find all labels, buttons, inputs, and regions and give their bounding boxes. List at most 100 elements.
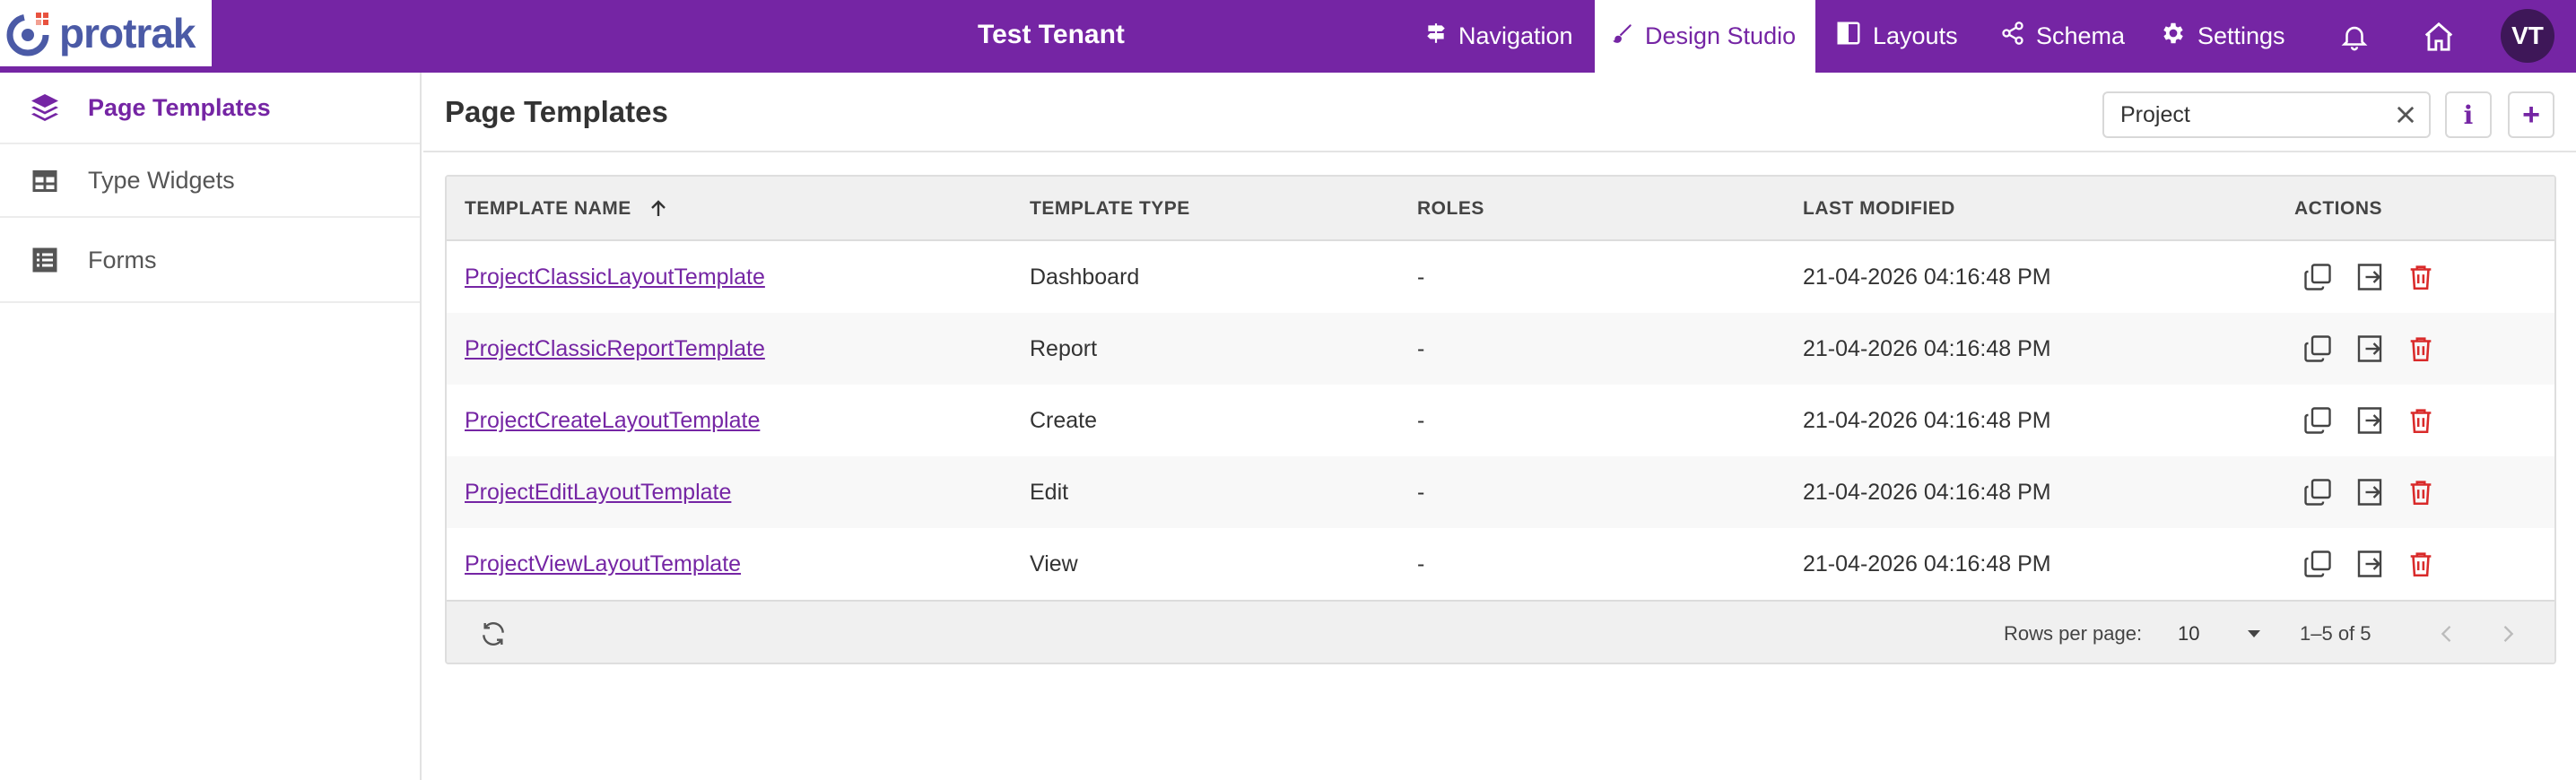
sidebar-item-page-templates[interactable]: Page Templates [0, 73, 420, 144]
chevron-right-icon[interactable] [2495, 621, 2520, 651]
sort-arrow-up-icon[interactable] [648, 198, 669, 220]
logo-mark-icon [4, 7, 56, 59]
rows-per-page-select[interactable]: 10 [2178, 602, 2262, 663]
export-icon[interactable] [2354, 333, 2386, 365]
template-type: Create [1030, 408, 1098, 433]
pagination-range: 1–5 of 5 [2300, 622, 2371, 645]
export-icon[interactable] [2354, 261, 2386, 293]
table-header: TEMPLATE NAME TEMPLATE TYPE ROLES LAST M… [447, 177, 2554, 241]
template-type: View [1030, 551, 1078, 576]
template-last-modified: 21-04-2026 04:16:48 PM [1803, 264, 2051, 290]
nav-settings-label: Settings [2197, 22, 2285, 49]
nav-design-studio-label: Design Studio [1645, 22, 1797, 49]
row-actions [2302, 456, 2456, 528]
copy-icon[interactable] [2302, 333, 2334, 365]
trash-icon[interactable] [2406, 261, 2436, 293]
row-actions [2302, 528, 2456, 600]
caret-down-icon [2223, 628, 2262, 639]
close-icon[interactable] [2393, 102, 2418, 132]
template-roles: - [1417, 551, 1425, 576]
column-header-template-type[interactable]: TEMPLATE TYPE [1030, 177, 1190, 241]
layout-icon [1835, 20, 1873, 53]
nav-navigation-label: Navigation [1458, 22, 1573, 49]
export-icon[interactable] [2354, 548, 2386, 580]
home-icon[interactable] [2422, 0, 2456, 73]
template-name-link[interactable]: ProjectEditLayoutTemplate [465, 480, 731, 505]
nav-settings[interactable]: Settings [2160, 0, 2285, 73]
template-name-link[interactable]: ProjectClassicLayoutTemplate [465, 264, 765, 290]
refresh-icon[interactable] [479, 620, 508, 653]
search-input[interactable] [2120, 101, 2380, 128]
top-bar: protrak Test Tenant Navigation Design St… [0, 0, 2576, 73]
sidebar-item-label: Type Widgets [88, 167, 235, 194]
row-actions [2302, 241, 2456, 313]
table-footer: Rows per page: 10 1–5 of 5 [447, 600, 2554, 663]
sidebar-item-label: Forms [88, 246, 157, 273]
column-header-actions: ACTIONS [2294, 198, 2382, 219]
trash-icon[interactable] [2406, 476, 2436, 508]
table-row: ProjectClassicReportTemplate Report - 21… [447, 313, 2554, 385]
nav-navigation[interactable]: Navigation [1424, 0, 1573, 73]
copy-icon[interactable] [2302, 476, 2334, 508]
copy-icon[interactable] [2302, 404, 2334, 437]
layers-icon [29, 91, 61, 124]
copy-icon[interactable] [2302, 548, 2334, 580]
chevron-left-icon[interactable] [2434, 621, 2459, 651]
table-row: ProjectCreateLayoutTemplate Create - 21-… [447, 385, 2554, 456]
nav-layouts-label: Layouts [1873, 22, 1958, 49]
template-roles: - [1417, 264, 1425, 290]
template-name-link[interactable]: ProjectViewLayoutTemplate [465, 551, 741, 576]
protrak-logo[interactable]: protrak [0, 0, 212, 66]
template-name-link[interactable]: ProjectClassicReportTemplate [465, 336, 765, 361]
export-icon[interactable] [2354, 404, 2386, 437]
nav-schema[interactable]: Schema [2000, 0, 2125, 73]
column-header-roles[interactable]: ROLES [1417, 177, 1484, 241]
template-roles: - [1417, 480, 1425, 505]
table-row: ProjectClassicLayoutTemplate Dashboard -… [447, 241, 2554, 313]
nav-design-studio[interactable]: Design Studio [1595, 0, 1815, 73]
row-actions [2302, 385, 2456, 456]
info-button[interactable]: i [2445, 91, 2492, 138]
header-divider [423, 151, 2576, 152]
gear-icon [2160, 20, 2197, 53]
nav-layouts[interactable]: Layouts [1835, 0, 1958, 73]
table-row: ProjectViewLayoutTemplate View - 21-04-2… [447, 528, 2554, 600]
table-row: ProjectEditLayoutTemplate Edit - 21-04-2… [447, 456, 2554, 528]
list-icon [29, 244, 61, 276]
template-roles: - [1417, 336, 1425, 361]
column-header-template-name[interactable]: TEMPLATE NAME [465, 177, 669, 241]
template-type: Dashboard [1030, 264, 1140, 290]
template-last-modified: 21-04-2026 04:16:48 PM [1803, 551, 2051, 576]
template-last-modified: 21-04-2026 04:16:48 PM [1803, 408, 2051, 433]
share-icon [2000, 21, 2036, 52]
nav-schema-label: Schema [2036, 22, 2126, 49]
templates-table: TEMPLATE NAME TEMPLATE TYPE ROLES LAST M… [445, 175, 2556, 664]
trash-icon[interactable] [2406, 404, 2436, 437]
notifications-bell-icon[interactable] [2339, 0, 2370, 73]
sidebar-item-forms[interactable]: Forms [0, 219, 420, 303]
trash-icon[interactable] [2406, 548, 2436, 580]
copy-icon[interactable] [2302, 261, 2334, 293]
template-last-modified: 21-04-2026 04:16:48 PM [1803, 480, 2051, 505]
logo-text: protrak [59, 10, 196, 56]
column-header-last-modified[interactable]: LAST MODIFIED [1803, 177, 1955, 241]
rows-per-page-label: Rows per page: [2004, 622, 2143, 645]
trash-icon[interactable] [2406, 333, 2436, 365]
template-type: Report [1030, 336, 1098, 361]
table-icon [29, 165, 61, 197]
sidebar-item-type-widgets[interactable]: Type Widgets [0, 145, 420, 218]
search-box [2102, 91, 2431, 138]
row-actions [2302, 313, 2456, 385]
template-type: Edit [1030, 480, 1069, 505]
user-avatar[interactable]: VT [2501, 9, 2554, 63]
signpost-icon [1424, 22, 1458, 51]
sidebar: Page Templates Type Widgets Forms [0, 73, 422, 780]
template-last-modified: 21-04-2026 04:16:48 PM [1803, 336, 2051, 361]
page-title: Page Templates [445, 95, 668, 128]
sidebar-item-label: Page Templates [88, 93, 271, 121]
template-roles: - [1417, 408, 1425, 433]
export-icon[interactable] [2354, 476, 2386, 508]
add-template-button[interactable]: + [2508, 91, 2554, 138]
template-name-link[interactable]: ProjectCreateLayoutTemplate [465, 408, 760, 433]
tenant-name: Test Tenant [978, 20, 1125, 49]
